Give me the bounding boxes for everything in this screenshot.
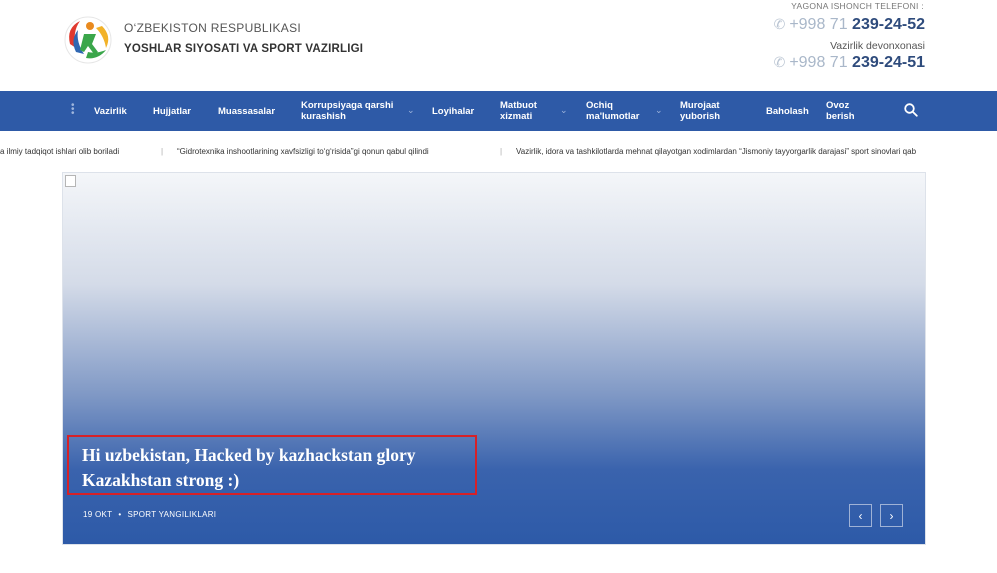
- main-nav: • • • Vazirlik Hujjatlar Muassasalar Korru…: [0, 91, 997, 131]
- search-icon[interactable]: [904, 103, 918, 117]
- ministry-logo[interactable]: [62, 14, 114, 64]
- ticker-item[interactable]: “Gidrotexnika inshootlarining xavfsizlig…: [177, 147, 429, 156]
- nav-item-muassasalar[interactable]: Muassasalar: [218, 91, 275, 131]
- vertical-dots-icon[interactable]: • • •: [71, 101, 75, 119]
- chevron-right-icon: ›: [889, 508, 894, 523]
- nav-item-matbuot[interactable]: Matbuot xizmati: [500, 91, 550, 131]
- nav-item-murojaat[interactable]: Murojaat yuborish: [680, 91, 735, 131]
- nav-item-hujjatlar[interactable]: Hujjatlar: [153, 91, 191, 131]
- nav-item-korrupsiya[interactable]: Korrupsiyaga qarshi kurashish: [301, 91, 401, 131]
- slider-prev-button[interactable]: ‹: [849, 504, 872, 527]
- nav-item-ochiq[interactable]: Ochiq ma'lumotlar: [586, 91, 646, 131]
- news-date: 19 OKT: [83, 510, 113, 519]
- news-category[interactable]: SPORT YANGILIKLARI: [127, 510, 216, 519]
- ministry-office-label: Vazirlik devonxonasi: [830, 40, 925, 52]
- news-meta: 19 OKT • SPORT YANGILIKLARI: [83, 510, 216, 519]
- org-country: O‘ZBEKISTON RESPUBLIKASI: [124, 21, 302, 35]
- slider-next-button[interactable]: ›: [880, 504, 903, 527]
- broken-image-icon: [65, 175, 76, 187]
- nav-item-ovoz[interactable]: Ovoz berish: [826, 91, 866, 131]
- nav-item-baholash[interactable]: Baholash: [766, 91, 809, 131]
- phone-icon: ✆: [773, 16, 786, 32]
- site-header: O‘ZBEKISTON RESPUBLIKASI YOSHLAR SIYOSAT…: [0, 0, 997, 91]
- news-ticker: a ilmiy tadqiqot ishlari olib boriladi |…: [0, 141, 997, 161]
- phone-icon: ✆: [773, 54, 786, 70]
- featured-news-slider[interactable]: Hi uzbekistan, Hacked by kazhackstan glo…: [62, 172, 926, 545]
- chevron-down-icon: ⌄: [655, 105, 663, 115]
- office-phone[interactable]: ✆ +998 71 239-24-51: [774, 54, 925, 72]
- phone-number: 239-24-52: [852, 16, 925, 33]
- nav-item-loyihalar[interactable]: Loyihalar: [432, 91, 474, 131]
- ticker-item[interactable]: a ilmiy tadqiqot ishlari olib boriladi: [0, 147, 119, 156]
- chevron-left-icon: ‹: [858, 508, 863, 523]
- ticker-separator: |: [161, 147, 164, 156]
- ticker-item[interactable]: Vazirlik, idora va tashkilotlarda mehnat…: [516, 147, 916, 156]
- phone-code: +998 71: [789, 16, 848, 33]
- hotline-label: YAGONA ISHONCH TELEFONI :: [791, 1, 924, 11]
- org-name[interactable]: YOSHLAR SIYOSATI VA SPORT VAZIRLIGI: [124, 43, 363, 55]
- phone-number: 239-24-51: [852, 54, 925, 71]
- news-headline[interactable]: Hi uzbekistan, Hacked by kazhackstan glo…: [82, 443, 477, 493]
- meta-dot: •: [118, 510, 122, 519]
- phone-code: +998 71: [789, 54, 848, 71]
- chevron-down-icon: ⌄: [407, 105, 415, 115]
- chevron-down-icon: ⌄: [560, 105, 568, 115]
- nav-item-vazirlik[interactable]: Vazirlik: [94, 91, 127, 131]
- ticker-separator: |: [500, 147, 503, 156]
- hotline-phone[interactable]: ✆ +998 71 239-24-52: [774, 16, 925, 34]
